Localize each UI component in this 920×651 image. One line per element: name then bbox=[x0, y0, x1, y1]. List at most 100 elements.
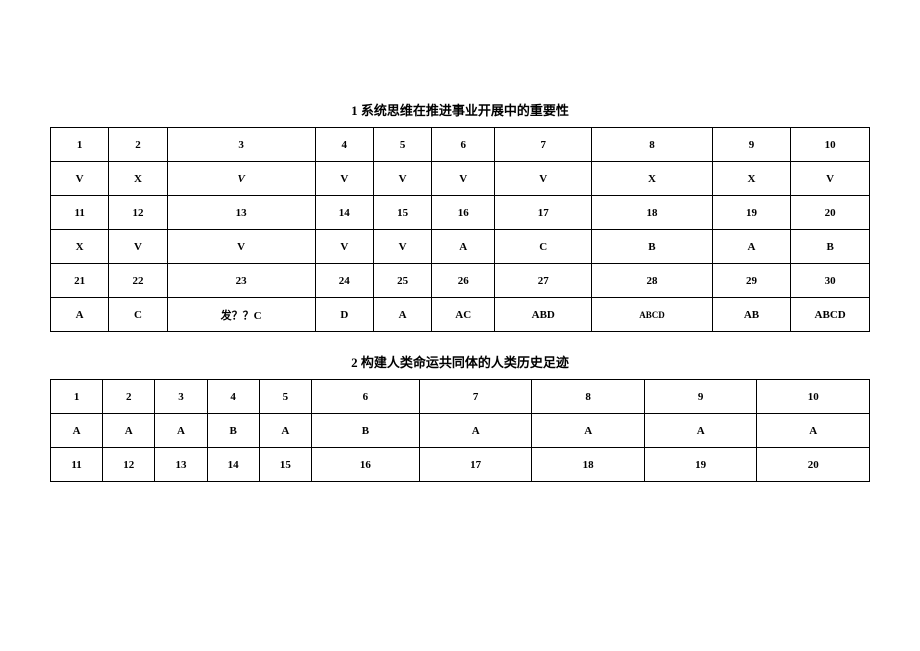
cell: 29 bbox=[712, 264, 791, 298]
cell: V bbox=[167, 162, 315, 196]
cell: B bbox=[592, 230, 712, 264]
cell: V bbox=[495, 162, 592, 196]
cell: A bbox=[432, 230, 495, 264]
cell: A bbox=[259, 414, 311, 448]
cell: A bbox=[532, 414, 645, 448]
cell: V bbox=[167, 230, 315, 264]
cell: 4 bbox=[207, 380, 259, 414]
cell: 6 bbox=[432, 128, 495, 162]
cell: 14 bbox=[207, 448, 259, 482]
table-row: 1 2 3 4 5 6 7 8 9 10 bbox=[51, 128, 870, 162]
cell: A bbox=[51, 298, 109, 332]
cell: 20 bbox=[791, 196, 870, 230]
table-row: X V V V V A C B A B bbox=[51, 230, 870, 264]
cell: 3 bbox=[167, 128, 315, 162]
table-row: 11 12 13 14 15 16 17 18 19 20 bbox=[51, 448, 870, 482]
cell: V bbox=[791, 162, 870, 196]
cell: 17 bbox=[495, 196, 592, 230]
cell: 19 bbox=[712, 196, 791, 230]
cell: 15 bbox=[373, 196, 431, 230]
cell: AB bbox=[712, 298, 791, 332]
cell: 11 bbox=[51, 196, 109, 230]
cell: 16 bbox=[311, 448, 419, 482]
cell: A bbox=[712, 230, 791, 264]
cell: B bbox=[311, 414, 419, 448]
cell: 12 bbox=[109, 196, 167, 230]
cell: C bbox=[495, 230, 592, 264]
cell: 19 bbox=[644, 448, 757, 482]
table-row: A A A B A B A A A A bbox=[51, 414, 870, 448]
cell: 5 bbox=[373, 128, 431, 162]
cell: 7 bbox=[495, 128, 592, 162]
cell: 15 bbox=[259, 448, 311, 482]
cell: AC bbox=[432, 298, 495, 332]
table-2: 1 2 3 4 5 6 7 8 9 10 A A A B A B A A A A… bbox=[50, 379, 870, 482]
table-row: A C 发？？C D A AC ABD ABCD AB ABCD bbox=[51, 298, 870, 332]
cell: 4 bbox=[315, 128, 373, 162]
cell: 7 bbox=[419, 380, 532, 414]
cell: V bbox=[51, 162, 109, 196]
cell: 13 bbox=[155, 448, 207, 482]
table-1: 1 2 3 4 5 6 7 8 9 10 V X V V V V V X X V… bbox=[50, 127, 870, 332]
cell: 20 bbox=[757, 448, 870, 482]
table-row: 1 2 3 4 5 6 7 8 9 10 bbox=[51, 380, 870, 414]
cell: 14 bbox=[315, 196, 373, 230]
cell: 2 bbox=[109, 128, 167, 162]
cell: V bbox=[315, 162, 373, 196]
cell: 17 bbox=[419, 448, 532, 482]
cell: 9 bbox=[712, 128, 791, 162]
cell: 3 bbox=[155, 380, 207, 414]
cell: 30 bbox=[791, 264, 870, 298]
cell: X bbox=[592, 162, 712, 196]
cell: 16 bbox=[432, 196, 495, 230]
cell: V bbox=[373, 230, 431, 264]
cell: B bbox=[791, 230, 870, 264]
cell: A bbox=[51, 414, 103, 448]
table-row: 11 12 13 14 15 16 17 18 19 20 bbox=[51, 196, 870, 230]
cell: 28 bbox=[592, 264, 712, 298]
cell: 9 bbox=[644, 380, 757, 414]
cell: V bbox=[109, 230, 167, 264]
cell: 2 bbox=[103, 380, 155, 414]
cell: V bbox=[315, 230, 373, 264]
cell: 10 bbox=[757, 380, 870, 414]
cell: 22 bbox=[109, 264, 167, 298]
cell: 5 bbox=[259, 380, 311, 414]
cell: 18 bbox=[532, 448, 645, 482]
cell: 24 bbox=[315, 264, 373, 298]
table-row: 21 22 23 24 25 26 27 28 29 30 bbox=[51, 264, 870, 298]
cell: A bbox=[757, 414, 870, 448]
cell: 18 bbox=[592, 196, 712, 230]
cell: X bbox=[109, 162, 167, 196]
cell: 6 bbox=[311, 380, 419, 414]
cell: 21 bbox=[51, 264, 109, 298]
cell: A bbox=[103, 414, 155, 448]
cell: 10 bbox=[791, 128, 870, 162]
cell: V bbox=[432, 162, 495, 196]
cell: 8 bbox=[532, 380, 645, 414]
cell: 25 bbox=[373, 264, 431, 298]
cell: D bbox=[315, 298, 373, 332]
cell: 1 bbox=[51, 380, 103, 414]
cell: ABCD bbox=[592, 298, 712, 332]
cell: A bbox=[644, 414, 757, 448]
cell: X bbox=[712, 162, 791, 196]
cell: 26 bbox=[432, 264, 495, 298]
cell: ABD bbox=[495, 298, 592, 332]
cell: 13 bbox=[167, 196, 315, 230]
cell: A bbox=[155, 414, 207, 448]
cell: A bbox=[373, 298, 431, 332]
cell: 12 bbox=[103, 448, 155, 482]
cell: B bbox=[207, 414, 259, 448]
cell: V bbox=[373, 162, 431, 196]
table-row: V X V V V V V X X V bbox=[51, 162, 870, 196]
cell: 23 bbox=[167, 264, 315, 298]
cell: 1 bbox=[51, 128, 109, 162]
cell: ABCD bbox=[791, 298, 870, 332]
cell: 8 bbox=[592, 128, 712, 162]
table1-title: 1 系统思维在推进事业开展中的重要性 bbox=[50, 100, 870, 119]
cell: 27 bbox=[495, 264, 592, 298]
cell: 11 bbox=[51, 448, 103, 482]
cell: A bbox=[419, 414, 532, 448]
cell: 发？？C bbox=[167, 298, 315, 332]
